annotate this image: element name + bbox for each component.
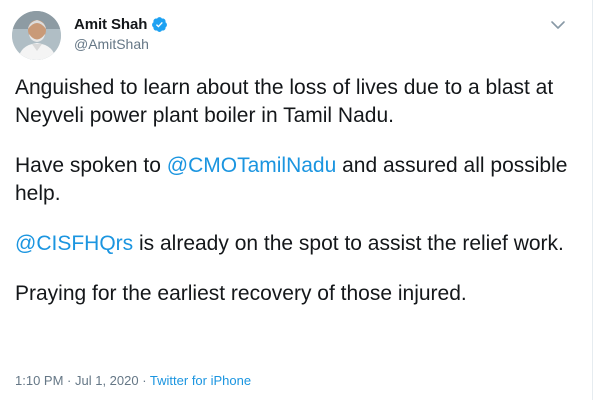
tweet-paragraph-2: Have spoken to @CMOTamilNadu and assured…	[15, 152, 575, 208]
tweet-header: Amit Shah @AmitShah	[12, 10, 580, 62]
divider	[592, 0, 593, 400]
mention-link-cisfhqrs[interactable]: @CISFHQrs	[15, 232, 133, 255]
chevron-down-icon[interactable]	[550, 18, 566, 30]
avatar-image	[12, 11, 61, 60]
tweet-metadata: 1:10 PM · Jul 1, 2020 · Twitter for iPho…	[15, 373, 251, 388]
name-row: Amit Shah	[74, 14, 168, 35]
mention-link-cmotamilnadu[interactable]: @CMOTamilNadu	[167, 154, 337, 177]
verified-badge-icon	[151, 16, 168, 33]
tweet-paragraph-1: Anguished to learn about the loss of liv…	[15, 76, 554, 127]
text-segment: is already on the spot to assist the rel…	[133, 232, 564, 255]
tweet-card: Amit Shah @AmitShah Anguished to learn a…	[0, 0, 600, 400]
user-handle[interactable]: @AmitShah	[74, 36, 168, 52]
tweet-paragraph-3: @CISFHQrs is already on the spot to assi…	[15, 230, 575, 258]
text-segment: Have spoken to	[15, 154, 167, 177]
tweet-source-link[interactable]: Twitter for iPhone	[150, 373, 251, 388]
user-block: Amit Shah @AmitShah	[74, 14, 168, 52]
tweet-text: Anguished to learn about the loss of liv…	[15, 74, 575, 308]
avatar[interactable]	[12, 11, 61, 60]
tweet-time[interactable]: 1:10 PM	[15, 373, 63, 388]
tweet-date[interactable]: Jul 1, 2020	[75, 373, 139, 388]
tweet-paragraph-4: Praying for the earliest recovery of tho…	[15, 282, 467, 305]
separator: ·	[138, 373, 150, 388]
separator: ·	[63, 373, 75, 388]
display-name[interactable]: Amit Shah	[74, 16, 147, 33]
